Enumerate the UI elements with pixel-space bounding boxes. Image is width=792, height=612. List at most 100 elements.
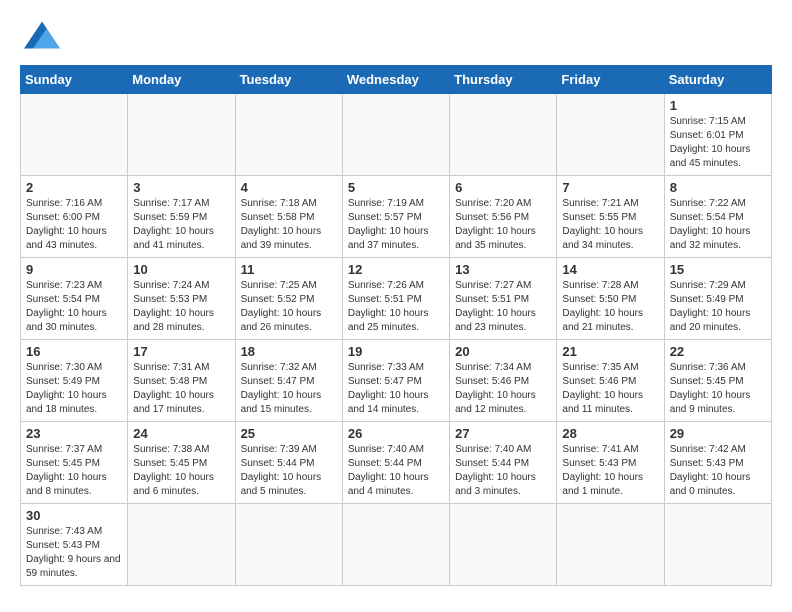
calendar-week-5: 23 Sunrise: 7:37 AM Sunset: 5:45 PM Dayli…: [21, 422, 772, 504]
calendar-cell: 21 Sunrise: 7:35 AM Sunset: 5:46 PM Dayli…: [557, 340, 664, 422]
day-number: 29: [670, 426, 766, 441]
day-number: 7: [562, 180, 658, 195]
calendar-cell: 16Sunrise: 7:30 AM Sunset: 5:49 PM Dayli…: [21, 340, 128, 422]
day-info: Sunrise: 7:32 AM Sunset: 5:47 PM Dayligh…: [241, 361, 337, 417]
day-number: 25: [241, 426, 337, 441]
calendar-cell: [450, 94, 557, 176]
day-info: Sunrise: 7:37 AM Sunset: 5:45 PM Dayligh…: [26, 443, 122, 499]
logo: [20, 20, 60, 55]
calendar-cell: [128, 94, 235, 176]
calendar-cell: 15 Sunrise: 7:29 AM Sunset: 5:49 PM Dayli…: [664, 258, 771, 340]
day-info: Sunrise: 7:26 AM Sunset: 5:51 PM Dayligh…: [348, 279, 444, 335]
day-number: 15: [670, 262, 766, 277]
day-number: 2: [26, 180, 122, 195]
calendar-table: SundayMondayTuesdayWednesdayThursdayFrid…: [20, 65, 772, 586]
day-info: Sunrise: 7:38 AM Sunset: 5:45 PM Dayligh…: [133, 443, 229, 499]
calendar-header-wednesday: Wednesday: [342, 66, 449, 94]
day-number: 5: [348, 180, 444, 195]
day-info: Sunrise: 7:22 AM Sunset: 5:54 PM Dayligh…: [670, 197, 766, 253]
calendar-cell: 5Sunrise: 7:19 AM Sunset: 5:57 PM Daylig…: [342, 176, 449, 258]
day-info: Sunrise: 7:43 AM Sunset: 5:43 PM Dayligh…: [26, 525, 122, 581]
day-number: 23: [26, 426, 122, 441]
day-number: 3: [133, 180, 229, 195]
day-number: 10: [133, 262, 229, 277]
calendar-header-saturday: Saturday: [664, 66, 771, 94]
calendar-cell: 8Sunrise: 7:22 AM Sunset: 5:54 PM Daylig…: [664, 176, 771, 258]
day-number: 27: [455, 426, 551, 441]
calendar-cell: 25 Sunrise: 7:39 AM Sunset: 5:44 PM Dayli…: [235, 422, 342, 504]
day-info: Sunrise: 7:27 AM Sunset: 5:51 PM Dayligh…: [455, 279, 551, 335]
header: [20, 20, 772, 55]
calendar-cell: 19 Sunrise: 7:33 AM Sunset: 5:47 PM Dayli…: [342, 340, 449, 422]
calendar-cell: [342, 94, 449, 176]
day-info: Sunrise: 7:18 AM Sunset: 5:58 PM Dayligh…: [241, 197, 337, 253]
day-info: Sunrise: 7:23 AM Sunset: 5:54 PM Dayligh…: [26, 279, 122, 335]
calendar-cell: 1 Sunrise: 7:15 AM Sunset: 6:01 PM Daylig…: [664, 94, 771, 176]
calendar-week-4: 16Sunrise: 7:30 AM Sunset: 5:49 PM Dayli…: [21, 340, 772, 422]
day-number: 13: [455, 262, 551, 277]
day-info: Sunrise: 7:33 AM Sunset: 5:47 PM Dayligh…: [348, 361, 444, 417]
day-info: Sunrise: 7:40 AM Sunset: 5:44 PM Dayligh…: [455, 443, 551, 499]
calendar-header-thursday: Thursday: [450, 66, 557, 94]
day-info: Sunrise: 7:15 AM Sunset: 6:01 PM Dayligh…: [670, 115, 766, 171]
calendar-cell: [557, 504, 664, 586]
calendar-cell: [664, 504, 771, 586]
calendar-cell: 3 Sunrise: 7:17 AM Sunset: 5:59 PM Daylig…: [128, 176, 235, 258]
calendar-cell: 4 Sunrise: 7:18 AM Sunset: 5:58 PM Daylig…: [235, 176, 342, 258]
day-number: 30: [26, 508, 122, 523]
calendar-cell: 10 Sunrise: 7:24 AM Sunset: 5:53 PM Dayli…: [128, 258, 235, 340]
day-number: 6: [455, 180, 551, 195]
calendar-cell: 23 Sunrise: 7:37 AM Sunset: 5:45 PM Dayli…: [21, 422, 128, 504]
calendar-cell: [21, 94, 128, 176]
day-info: Sunrise: 7:25 AM Sunset: 5:52 PM Dayligh…: [241, 279, 337, 335]
calendar-cell: 6 Sunrise: 7:20 AM Sunset: 5:56 PM Daylig…: [450, 176, 557, 258]
day-number: 19: [348, 344, 444, 359]
day-info: Sunrise: 7:41 AM Sunset: 5:43 PM Dayligh…: [562, 443, 658, 499]
calendar-cell: 27 Sunrise: 7:40 AM Sunset: 5:44 PM Dayli…: [450, 422, 557, 504]
day-info: Sunrise: 7:36 AM Sunset: 5:45 PM Dayligh…: [670, 361, 766, 417]
calendar-cell: 2 Sunrise: 7:16 AM Sunset: 6:00 PM Daylig…: [21, 176, 128, 258]
calendar-cell: [128, 504, 235, 586]
calendar-cell: 11 Sunrise: 7:25 AM Sunset: 5:52 PM Dayli…: [235, 258, 342, 340]
day-number: 26: [348, 426, 444, 441]
day-number: 4: [241, 180, 337, 195]
day-info: Sunrise: 7:39 AM Sunset: 5:44 PM Dayligh…: [241, 443, 337, 499]
calendar-week-1: 1 Sunrise: 7:15 AM Sunset: 6:01 PM Daylig…: [21, 94, 772, 176]
day-info: Sunrise: 7:31 AM Sunset: 5:48 PM Dayligh…: [133, 361, 229, 417]
calendar-cell: 7 Sunrise: 7:21 AM Sunset: 5:55 PM Daylig…: [557, 176, 664, 258]
day-number: 17: [133, 344, 229, 359]
day-info: Sunrise: 7:17 AM Sunset: 5:59 PM Dayligh…: [133, 197, 229, 253]
calendar-cell: 13 Sunrise: 7:27 AM Sunset: 5:51 PM Dayli…: [450, 258, 557, 340]
day-info: Sunrise: 7:21 AM Sunset: 5:55 PM Dayligh…: [562, 197, 658, 253]
day-number: 21: [562, 344, 658, 359]
logo-icon: [24, 20, 60, 50]
day-number: 11: [241, 262, 337, 277]
day-number: 1: [670, 98, 766, 113]
day-number: 18: [241, 344, 337, 359]
calendar-cell: 12Sunrise: 7:26 AM Sunset: 5:51 PM Dayli…: [342, 258, 449, 340]
day-info: Sunrise: 7:34 AM Sunset: 5:46 PM Dayligh…: [455, 361, 551, 417]
calendar-cell: [342, 504, 449, 586]
calendar-week-6: 30 Sunrise: 7:43 AM Sunset: 5:43 PM Dayli…: [21, 504, 772, 586]
calendar-cell: 20Sunrise: 7:34 AM Sunset: 5:46 PM Dayli…: [450, 340, 557, 422]
calendar-cell: 18 Sunrise: 7:32 AM Sunset: 5:47 PM Dayli…: [235, 340, 342, 422]
calendar-cell: [235, 504, 342, 586]
day-info: Sunrise: 7:24 AM Sunset: 5:53 PM Dayligh…: [133, 279, 229, 335]
page: SundayMondayTuesdayWednesdayThursdayFrid…: [0, 0, 792, 606]
day-number: 28: [562, 426, 658, 441]
day-info: Sunrise: 7:29 AM Sunset: 5:49 PM Dayligh…: [670, 279, 766, 335]
day-number: 24: [133, 426, 229, 441]
calendar-week-3: 9Sunrise: 7:23 AM Sunset: 5:54 PM Daylig…: [21, 258, 772, 340]
day-number: 22: [670, 344, 766, 359]
calendar-cell: [450, 504, 557, 586]
day-info: Sunrise: 7:42 AM Sunset: 5:43 PM Dayligh…: [670, 443, 766, 499]
day-info: Sunrise: 7:30 AM Sunset: 5:49 PM Dayligh…: [26, 361, 122, 417]
calendar-cell: 24 Sunrise: 7:38 AM Sunset: 5:45 PM Dayli…: [128, 422, 235, 504]
day-info: Sunrise: 7:35 AM Sunset: 5:46 PM Dayligh…: [562, 361, 658, 417]
calendar-cell: 22 Sunrise: 7:36 AM Sunset: 5:45 PM Dayli…: [664, 340, 771, 422]
day-info: Sunrise: 7:20 AM Sunset: 5:56 PM Dayligh…: [455, 197, 551, 253]
calendar-cell: 28 Sunrise: 7:41 AM Sunset: 5:43 PM Dayli…: [557, 422, 664, 504]
day-info: Sunrise: 7:16 AM Sunset: 6:00 PM Dayligh…: [26, 197, 122, 253]
calendar-header-sunday: Sunday: [21, 66, 128, 94]
calendar-cell: 29 Sunrise: 7:42 AM Sunset: 5:43 PM Dayli…: [664, 422, 771, 504]
